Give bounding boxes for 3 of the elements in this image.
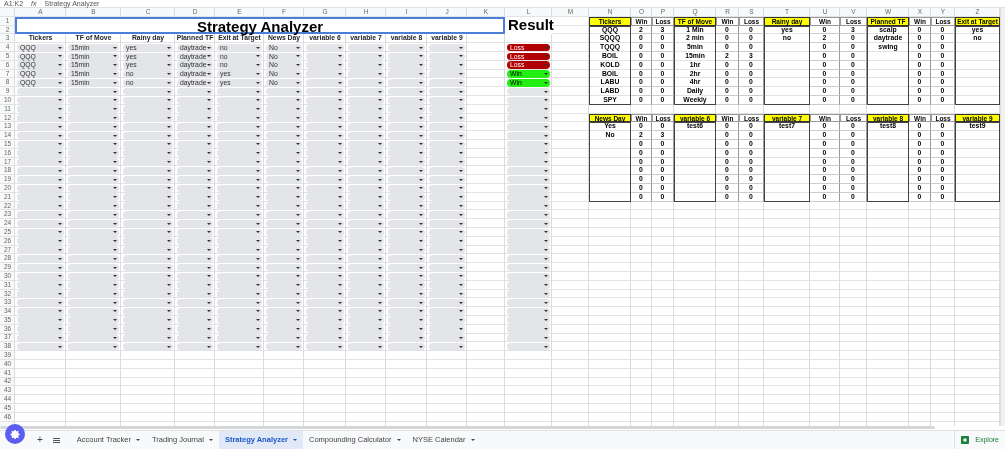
result-title: Result bbox=[505, 16, 552, 35]
sheet-title: Strategy Analyzer bbox=[15, 16, 505, 35]
add-sheet-button[interactable]: + bbox=[34, 435, 46, 445]
